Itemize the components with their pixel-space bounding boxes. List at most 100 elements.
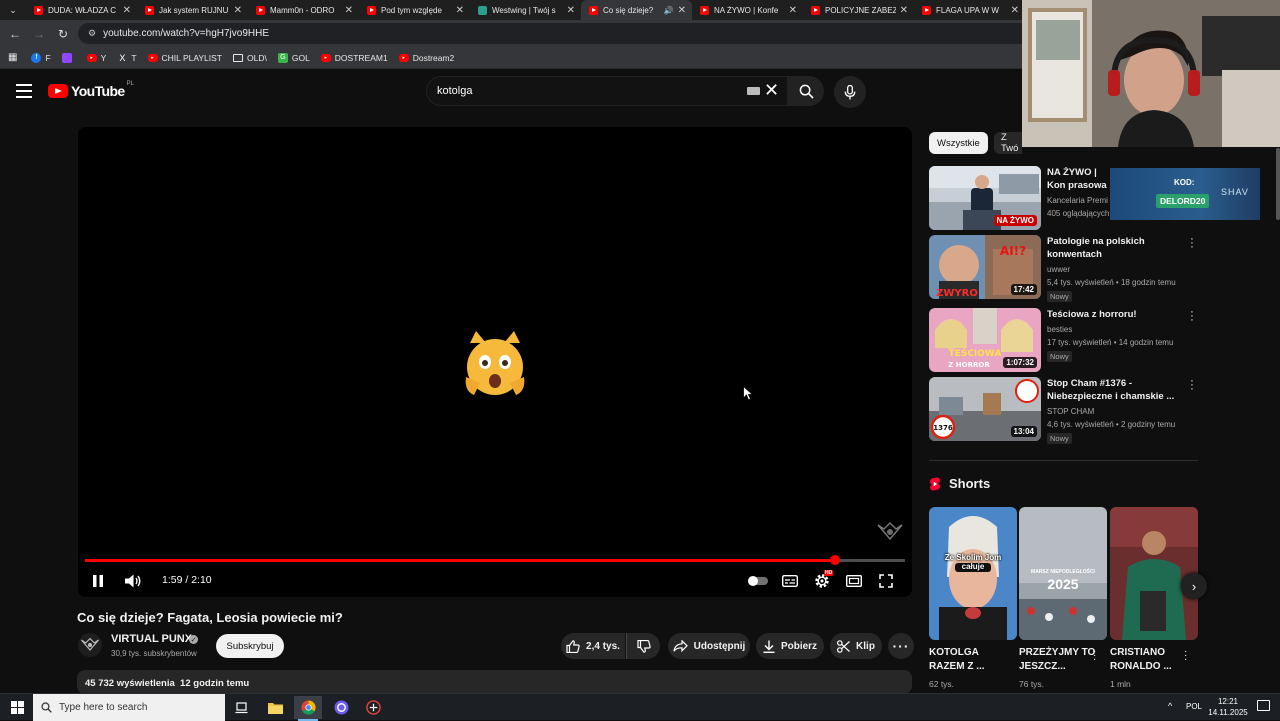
dislike-button[interactable] [626, 633, 660, 659]
short-thumbnail[interactable]: Ze Skolim Jom całuje [929, 507, 1017, 640]
menu-icon[interactable] [16, 84, 32, 98]
recommendation-thumbnail[interactable]: NA ŻYWO [929, 166, 1041, 230]
channel-name[interactable]: VIRTUAL PUNX [111, 633, 192, 645]
chrome-taskbar-button[interactable] [294, 696, 322, 721]
clip-button[interactable]: Klip [830, 633, 882, 659]
apps-grid-icon[interactable]: ▦ [8, 52, 17, 63]
recommendation-item[interactable]: AI!? ZWYRO 17:42 Patologie na polskich k… [929, 234, 1199, 302]
clear-search-icon[interactable]: ✕ [764, 80, 779, 100]
tray-overflow-icon[interactable]: ^ [1168, 701, 1172, 711]
recommendation-item[interactable]: TEŚCIOWA Z HORROR 1:07:32 Teściowa z hor… [929, 307, 1199, 372]
search-input[interactable]: kotolga [426, 76, 788, 106]
tab-close-icon[interactable]: ✕ [900, 5, 908, 16]
tab-close-icon[interactable]: ✕ [567, 5, 575, 16]
recommendation-title[interactable]: Stop Cham #1376 - Niebezpieczne i chamsk… [1047, 377, 1177, 403]
recommendation-channel[interactable]: uwwer [1047, 265, 1070, 274]
bookmark-item[interactable]: ▸ CHIL PLAYLIST [147, 53, 222, 63]
pause-button[interactable] [90, 571, 106, 591]
browser-tab[interactable]: NA ŻYWO | Konfe ✕ [692, 0, 803, 20]
short-thumbnail[interactable] [1110, 507, 1198, 640]
file-explorer-button[interactable] [261, 696, 289, 719]
more-vertical-icon[interactable]: · · · [1184, 647, 1187, 665]
chip-from-channel[interactable]: Z Twó [994, 132, 1022, 154]
recommendation-thumbnail[interactable]: TEŚCIOWA Z HORROR 1:07:32 [929, 308, 1041, 372]
browser-tab[interactable]: Westwing | Twój s ✕ [470, 0, 581, 20]
recommendation-title[interactable]: Teściowa z horroru! [1047, 308, 1177, 321]
search-button[interactable] [788, 76, 824, 106]
site-info-icon[interactable]: ⚙ [88, 28, 96, 39]
task-view-button[interactable] [227, 696, 255, 719]
tab-audio-icon[interactable]: 🔊 [664, 6, 674, 15]
fullscreen-button[interactable] [876, 571, 896, 591]
browser-tab[interactable]: Mamm0n - ODRO ✕ [248, 0, 359, 20]
bookmark-item[interactable]: G GOL [277, 52, 310, 63]
input-language[interactable]: POL [1186, 702, 1202, 711]
browser-tab[interactable]: DUDA: WŁADZA C ✕ [26, 0, 137, 20]
recommendation-channel[interactable]: besties [1047, 325, 1072, 334]
page-scrollbar[interactable] [1276, 148, 1280, 220]
autoplay-toggle[interactable] [747, 571, 769, 591]
recommendation-thumbnail[interactable]: 1376 13:04 [929, 377, 1041, 441]
like-button[interactable]: 2,4 tys. [561, 633, 625, 659]
subscribe-button[interactable]: Subskrybuj [216, 634, 284, 658]
browser-tab[interactable]: Co się dzieje? 🔊 ✕ [581, 0, 692, 20]
browser-tab[interactable]: FLAGA UPA W W ✕ [914, 0, 1025, 20]
tab-close-icon[interactable]: ✕ [678, 5, 686, 16]
tab-close-icon[interactable]: ✕ [234, 5, 242, 16]
description-box[interactable]: 45 732 wyświetlenia 12 godzin temu [77, 670, 912, 694]
app-taskbar-button[interactable] [359, 696, 387, 719]
download-button[interactable]: Pobierz [756, 633, 824, 659]
forward-button[interactable]: → [27, 22, 51, 46]
subtitles-button[interactable] [780, 571, 800, 591]
chip-all[interactable]: Wszystkie [929, 132, 988, 154]
bookmark-item[interactable]: ▸ Y [86, 53, 106, 63]
short-thumbnail[interactable]: MARSZ NIEPODLEGŁOŚCI 2025 [1019, 507, 1107, 640]
channel-watermark-icon[interactable] [876, 521, 904, 543]
bookmark-item[interactable]: fF [31, 52, 51, 63]
recommendation-channel[interactable]: Kancelaria Premi [1047, 196, 1109, 205]
more-vertical-icon[interactable]: · · · [1188, 234, 1196, 253]
recommendation-title[interactable]: Patologie na polskich konwentach [1047, 235, 1177, 261]
messenger-taskbar-button[interactable] [327, 696, 355, 719]
taskbar-search-input[interactable]: Type here to search [33, 694, 225, 721]
short-title[interactable]: KOTOLGA RAZEM Z ... [929, 646, 1009, 674]
more-vertical-icon[interactable]: · · · [1188, 376, 1196, 395]
browser-tab[interactable]: Pod tym względe ✕ [359, 0, 470, 20]
settings-button[interactable]: HD [811, 570, 834, 591]
channel-avatar[interactable] [78, 633, 102, 657]
tab-close-icon[interactable]: ✕ [123, 5, 131, 16]
tab-close-icon[interactable]: ✕ [456, 5, 464, 16]
recommendation-channel[interactable]: STOP CHAM [1047, 407, 1094, 416]
recommendation-thumbnail[interactable]: AI!? ZWYRO 17:42 [929, 235, 1041, 299]
more-actions-button[interactable]: ··· [888, 633, 914, 659]
back-button[interactable]: ← [3, 22, 27, 46]
more-vertical-icon[interactable]: · · · [1188, 307, 1196, 326]
system-clock[interactable]: 12:21 14.11.2025 [1207, 696, 1249, 718]
bookmark-item[interactable]: ▸ DOSTREAM1 [320, 53, 388, 63]
progress-bar[interactable] [85, 555, 905, 565]
share-button[interactable]: Udostępnij [668, 633, 750, 659]
keyboard-icon[interactable] [747, 87, 760, 95]
progress-scrubber[interactable] [830, 555, 841, 565]
tab-close-icon[interactable]: ✕ [1011, 5, 1019, 16]
voice-search-button[interactable] [834, 76, 866, 108]
tab-close-icon[interactable]: ✕ [789, 5, 797, 16]
shorts-next-arrow-icon[interactable]: › [1181, 573, 1207, 599]
recommendation-title[interactable]: NA ŻYWO | Kon prasowa Premi [1047, 166, 1109, 192]
tab-close-icon[interactable]: ✕ [345, 5, 353, 16]
youtube-logo[interactable]: YouTube PL [48, 81, 134, 99]
tab-search-button[interactable]: ⌄ [0, 0, 26, 20]
browser-tab[interactable]: POLICYJNE ZABEZ ✕ [803, 0, 914, 20]
short-title[interactable]: PRZEŻYJMY TO JESZCZ... [1019, 646, 1099, 674]
recommendation-item[interactable]: 1376 13:04 Stop Cham #1376 - Niebezpiecz… [929, 376, 1199, 444]
bookmark-item[interactable]: OLD\ [233, 53, 267, 63]
notifications-icon[interactable] [1257, 700, 1270, 711]
bookmark-item[interactable]: XT [117, 53, 136, 63]
bookmark-item[interactable] [61, 52, 76, 63]
more-vertical-icon[interactable]: · · · [1093, 647, 1096, 665]
short-title[interactable]: CRISTIANO RONALDO ... [1110, 646, 1190, 674]
bookmark-item[interactable]: ▸ Dostream2 [398, 53, 454, 63]
start-button[interactable] [3, 696, 31, 719]
video-player[interactable]: 1:59 / 2:10 HD [78, 127, 912, 597]
reload-button[interactable]: ↻ [51, 22, 75, 46]
